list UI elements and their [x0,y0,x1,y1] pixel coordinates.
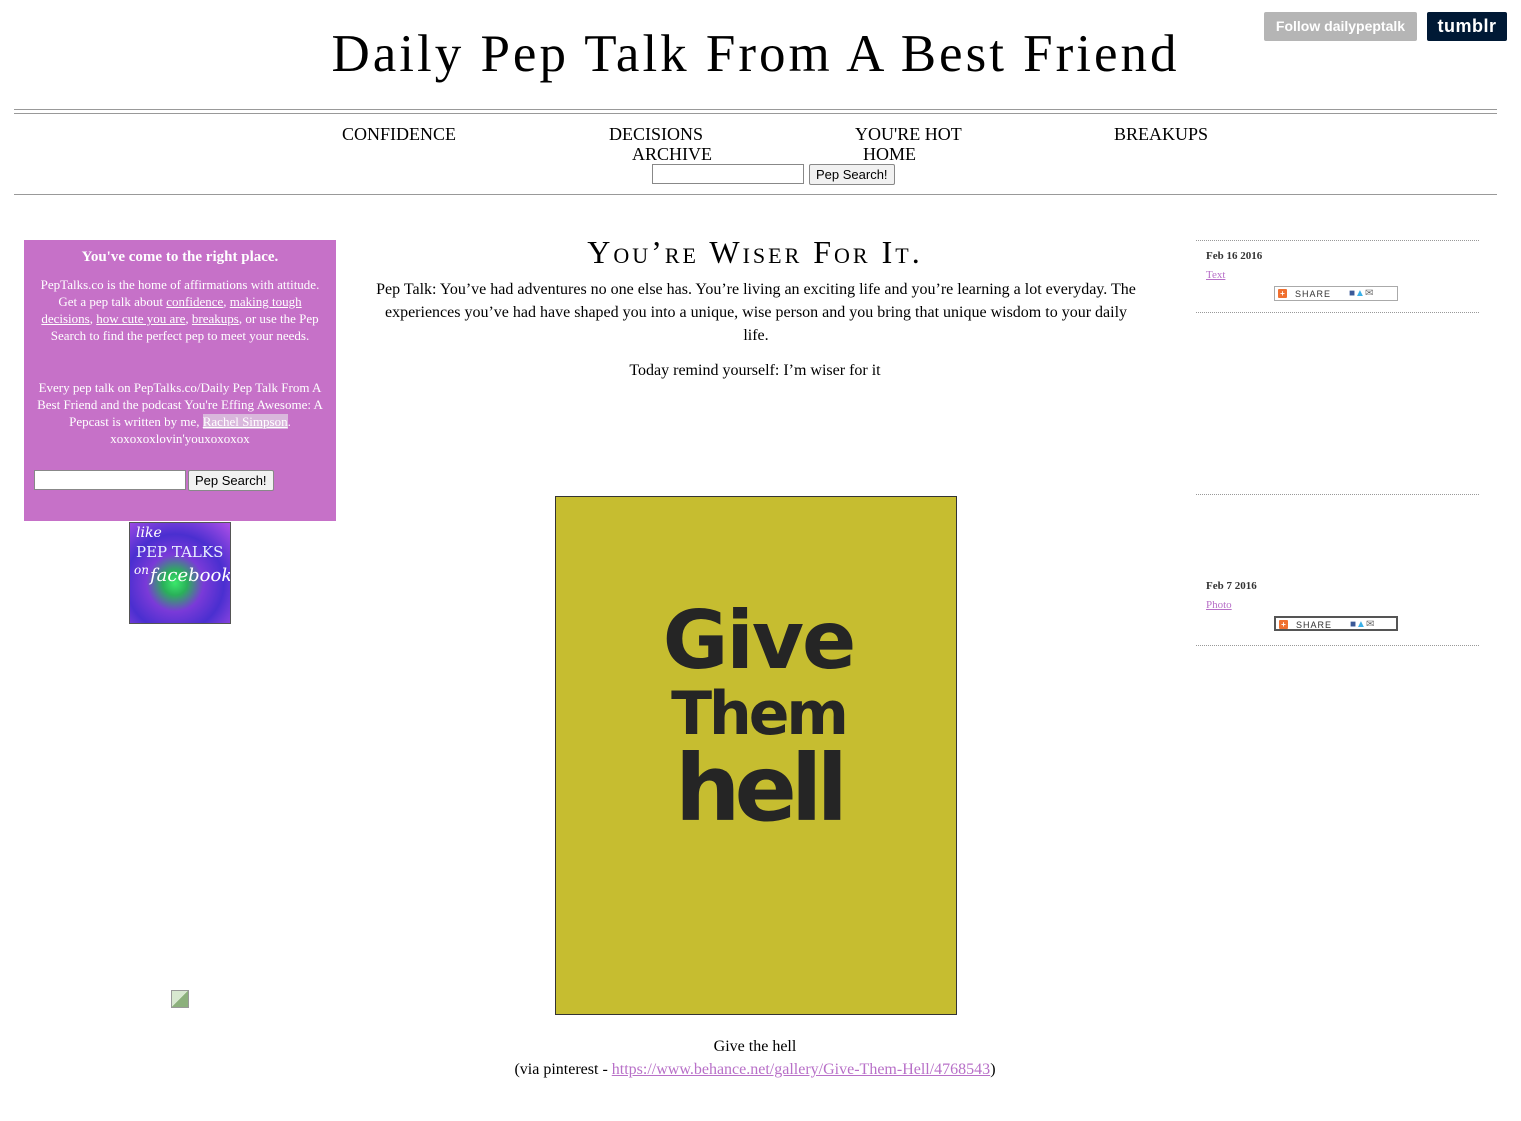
post-reminder: Today remind yourself: I’m wiser for it [629,362,881,379]
nav-youre-hot[interactable]: YOU'RE HOT [855,124,962,145]
sidebar-heading: You've come to the right place. [81,249,279,265]
share-label: SHARE [1296,620,1333,630]
right-divider [1196,240,1479,241]
post-body: Pep Talk: You’ve had adventures no one e… [376,281,1136,344]
nav-decisions[interactable]: DECISIONS [609,124,703,145]
share-button[interactable]: + SHARE ■▲✉ [1274,616,1398,631]
share-label: SHARE [1295,289,1332,299]
right-divider [1196,312,1479,313]
post-date: Feb 16 2016 [1206,250,1263,262]
poster-line2: Them [671,679,849,749]
nav-search-input[interactable] [652,164,804,184]
fb-badge-line3: on [134,563,149,577]
via-suffix: ) [990,1061,996,1078]
post-date: Feb 7 2016 [1206,580,1257,592]
post-image[interactable]: Give Them hell [555,496,957,1015]
header-divider [14,109,1497,114]
right-divider [1196,645,1479,646]
sidebar-link-confidence[interactable]: confidence [166,294,223,309]
sidebar-about-box: You've come to the right place. PepTalks… [24,240,336,521]
sidebar-author-para: Every pep talk on PepTalks.co/Daily Pep … [32,379,328,447]
fb-badge-line2: PEP TALKS [136,543,224,561]
nav-archive[interactable]: ARCHIVE [632,144,712,165]
author-link[interactable]: Rachel Simpson [202,414,288,429]
addthis-plus-icon: + [1278,289,1287,298]
nav-confidence[interactable]: CONFIDENCE [342,124,456,145]
social-icons: ■▲✉ [1350,619,1375,630]
facebook-badge[interactable]: like PEP TALKS on facebook [129,522,231,624]
social-icons: ■▲✉ [1349,288,1374,299]
sidebar-search-button[interactable]: Pep Search! [188,470,274,491]
via-source: (via pinterest - https://www.behance.net… [375,1061,1135,1079]
sidebar-intro: PepTalks.co is the home of affirmations … [32,276,328,344]
right-divider [1196,494,1479,495]
image-caption: Give the hell [713,1038,797,1055]
poster-line3: hell [675,735,848,842]
nav-home[interactable]: HOME [863,144,916,165]
sidebar-search-input[interactable] [34,470,186,490]
nav-breakups[interactable]: BREAKUPS [1114,124,1208,145]
fb-badge-line1: like [136,525,162,541]
share-button[interactable]: + SHARE ■▲✉ [1274,286,1398,301]
nav-divider [14,194,1497,196]
nav-search-button[interactable]: Pep Search! [809,164,895,185]
via-prefix: (via pinterest - [514,1061,612,1078]
source-link[interactable]: https://www.behance.net/gallery/Give-The… [612,1061,990,1078]
fb-badge-line4: facebook [150,565,231,586]
broken-image-icon [171,990,189,1008]
site-title: Daily Pep Talk From A Best Friend [331,25,1180,83]
sidebar-link-cute[interactable]: how cute you are [96,311,185,326]
post-title[interactable]: You’re Wiser For It. [375,234,1135,271]
post-type-link[interactable]: Text [1206,269,1225,281]
post-type-link[interactable]: Photo [1206,599,1232,611]
poster-lettering: Give Them hell [656,594,861,842]
sidebar-link-breakups[interactable]: breakups [192,311,239,326]
addthis-plus-icon: + [1279,620,1288,629]
poster-line1: Give [662,594,857,687]
